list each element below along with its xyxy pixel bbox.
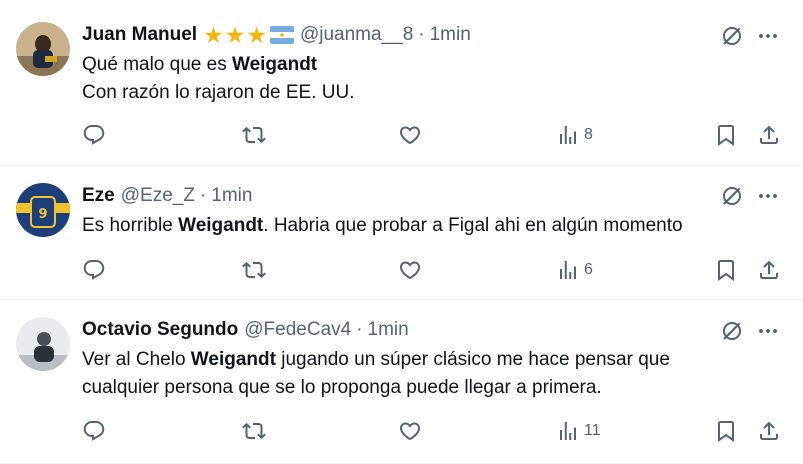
tweet-text-line: Qué malo que es Weigandt xyxy=(82,51,354,79)
views-count: 8 xyxy=(584,126,593,143)
share-button[interactable] xyxy=(757,257,781,283)
author-handle[interactable]: @FedeCav4 xyxy=(244,318,351,342)
reply-icon xyxy=(82,123,106,147)
argentina-flag-icon xyxy=(269,26,294,44)
grok-icon[interactable] xyxy=(720,184,744,208)
more-options-icon[interactable] xyxy=(756,319,780,343)
tweet[interactable]: Juan Manuel ★ ★ ★ @juanma__8 · 1min Qué … xyxy=(0,0,803,166)
tweet-text-line: Con razón lo rajaron de EE. UU. xyxy=(82,82,355,103)
bookmark-icon xyxy=(714,258,738,282)
avatar[interactable]: 9 xyxy=(16,183,70,237)
tweet-text: Qué malo que es Weigandt Con razón lo ra… xyxy=(82,51,354,107)
tweet[interactable]: Octavio Segundo @FedeCav4 · 1min Ver al … xyxy=(0,300,803,464)
author-name[interactable]: Eze xyxy=(82,184,115,208)
more-options-icon[interactable] xyxy=(756,24,780,48)
views-button[interactable]: 6 xyxy=(556,257,593,283)
share-icon xyxy=(757,419,781,443)
badge-stars: ★ ★ ★ xyxy=(203,23,267,47)
timestamp[interactable]: 1min xyxy=(368,318,409,342)
avatar-image xyxy=(16,317,70,371)
text-segment: Es horrible xyxy=(82,215,179,236)
tweet-text-line: Es horrible Weigandt. Habria que probar … xyxy=(82,212,683,240)
timestamp[interactable]: 1min xyxy=(430,23,471,47)
tweet[interactable]: 9 Eze @Eze_Z · 1min Es horrible Weigandt… xyxy=(0,166,803,300)
like-button[interactable] xyxy=(398,257,422,283)
bookmark-icon xyxy=(714,123,738,147)
timestamp[interactable]: 1min xyxy=(211,184,252,208)
tweet-header: Eze @Eze_Z · 1min xyxy=(82,184,252,208)
separator: · xyxy=(418,24,425,45)
reply-icon xyxy=(82,258,106,282)
star-icon: ★ xyxy=(224,22,246,48)
retweet-icon xyxy=(242,419,266,443)
like-icon xyxy=(398,123,422,147)
share-icon xyxy=(757,258,781,282)
bookmark-button[interactable] xyxy=(714,257,738,283)
reply-icon xyxy=(82,419,106,443)
author-name[interactable]: Juan Manuel xyxy=(82,23,197,47)
reply-button[interactable] xyxy=(82,122,106,148)
separator: · xyxy=(356,319,363,340)
views-icon xyxy=(556,258,580,282)
reply-button[interactable] xyxy=(82,418,106,444)
author-handle[interactable]: @juanma__8 xyxy=(300,23,413,47)
highlighted-term: Weigandt xyxy=(178,215,264,236)
text-segment: . Habria que probar a Figal ahi en algún… xyxy=(263,215,683,236)
retweet-icon xyxy=(242,123,266,147)
avatar-image xyxy=(16,22,70,76)
retweet-button[interactable] xyxy=(242,257,266,283)
tweet-text-line: cualquier persona que se lo proponga pue… xyxy=(82,377,602,398)
text-segment: Ver al Chelo xyxy=(82,349,191,370)
share-button[interactable] xyxy=(757,418,781,444)
text-segment: Qué malo que es xyxy=(82,54,232,75)
author-handle[interactable]: @Eze_Z xyxy=(121,184,195,208)
tweet-text: Es horrible Weigandt. Habria que probar … xyxy=(82,212,683,240)
retweet-button[interactable] xyxy=(242,418,266,444)
reply-feed: Juan Manuel ★ ★ ★ @juanma__8 · 1min Qué … xyxy=(0,0,803,464)
like-icon xyxy=(398,419,422,443)
share-button[interactable] xyxy=(757,122,781,148)
views-count: 6 xyxy=(584,261,593,278)
more-options-icon[interactable] xyxy=(756,184,780,208)
avatar[interactable] xyxy=(16,317,70,371)
star-icon: ★ xyxy=(246,22,267,48)
views-count: 11 xyxy=(584,422,601,439)
tweet-header: Octavio Segundo @FedeCav4 · 1min xyxy=(82,318,409,342)
avatar-image: 9 xyxy=(16,183,70,237)
retweet-icon xyxy=(242,258,266,282)
like-button[interactable] xyxy=(398,122,422,148)
tweet-text: Ver al Chelo Weigandt jugando un súper c… xyxy=(82,346,670,402)
views-icon xyxy=(556,419,580,443)
text-segment: jugando un súper clásico me hace pensar … xyxy=(275,349,670,370)
bookmark-icon xyxy=(714,419,738,443)
bookmark-button[interactable] xyxy=(714,122,738,148)
like-button[interactable] xyxy=(398,418,422,444)
tweet-text-line: Ver al Chelo Weigandt jugando un súper c… xyxy=(82,346,670,374)
action-bar: 8 xyxy=(0,122,803,148)
views-icon xyxy=(556,123,580,147)
highlighted-term: Weigandt xyxy=(190,349,276,370)
action-bar: 11 xyxy=(0,418,803,444)
star-icon: ★ xyxy=(203,22,224,48)
bookmark-button[interactable] xyxy=(714,418,738,444)
action-bar: 6 xyxy=(0,257,803,283)
like-icon xyxy=(398,258,422,282)
tweet-header: Juan Manuel ★ ★ ★ @juanma__8 · 1min xyxy=(82,23,471,47)
views-button[interactable]: 11 xyxy=(556,418,601,444)
highlighted-term: Weigandt xyxy=(231,54,318,75)
share-icon xyxy=(757,123,781,147)
author-name[interactable]: Octavio Segundo xyxy=(82,318,238,342)
svg-text:9: 9 xyxy=(38,207,47,222)
grok-icon[interactable] xyxy=(720,24,744,48)
reply-button[interactable] xyxy=(82,257,106,283)
grok-icon[interactable] xyxy=(720,319,744,343)
separator: · xyxy=(199,185,207,206)
avatar[interactable] xyxy=(16,22,70,76)
views-button[interactable]: 8 xyxy=(556,122,593,148)
retweet-button[interactable] xyxy=(242,122,266,148)
